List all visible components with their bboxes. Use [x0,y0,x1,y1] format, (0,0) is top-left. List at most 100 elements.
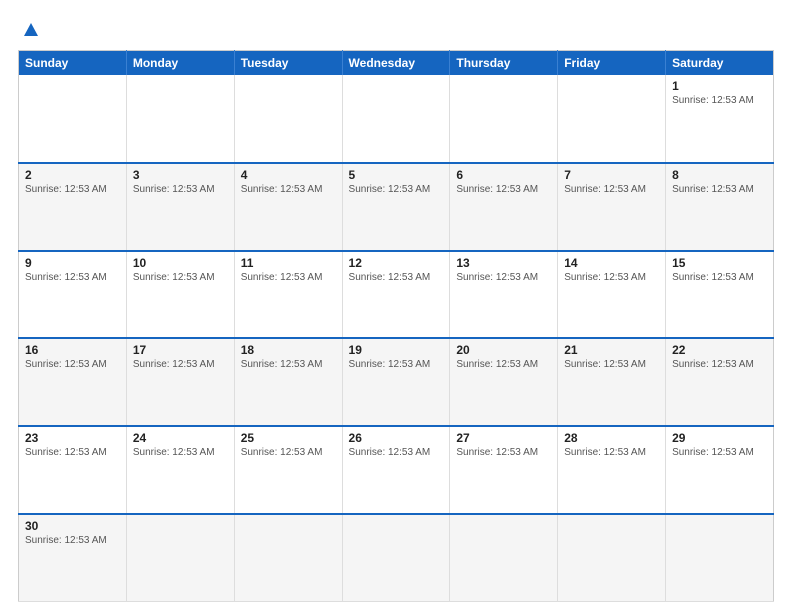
calendar-cell [558,75,666,163]
day-header-tuesday: Tuesday [234,51,342,76]
cell-sunrise-text: Sunrise: 12:53 AM [456,359,551,370]
calendar-cell [342,75,450,163]
day-header-sunday: Sunday [19,51,127,76]
calendar-cell: 12 Sunrise: 12:53 AM [342,251,450,339]
cell-sunrise-text: Sunrise: 12:53 AM [456,272,551,283]
calendar-cell: 11Sunrise: 12:53 AM [234,251,342,339]
cell-date-number: 13 [456,256,551,270]
cell-date-number: 11 [241,256,336,270]
week-row-2: 2 Sunrise: 12:53 AM 3 Sunrise: 12:53 AM 4 Sun… [19,163,774,251]
cell-date-number: 18 [241,343,336,357]
cell-date-number: 15 [672,256,767,270]
calendar-cell: 8 Sunrise: 12:53 AM [666,163,774,251]
cell-sunrise-text: Sunrise: 12:53 AM [25,184,120,195]
cell-sunrise-text: Sunrise: 12:53 AM [25,359,120,370]
header [18,18,774,40]
cell-sunrise-text: Sunrise: 12:53 AM [25,447,120,458]
calendar-cell: 3 Sunrise: 12:53 AM [126,163,234,251]
cell-sunrise-text: Sunrise: 12:53 AM [456,184,551,195]
logo-icon [20,18,42,40]
calendar-cell: 22Sunrise: 12:53 AM [666,338,774,426]
cell-sunrise-text: Sunrise: 12:53 AM [564,272,659,283]
cell-date-number: 3 [133,168,228,182]
cell-sunrise-text: Sunrise: 12:53 AM [349,359,444,370]
calendar-cell: 19Sunrise: 12:53 AM [342,338,450,426]
cell-date-number: 6 [456,168,551,182]
cell-sunrise-text: Sunrise: 12:53 AM [133,272,228,283]
calendar-cell: 30Sunrise: 12:53 AM [19,514,127,602]
cell-date-number: 30 [25,519,120,533]
cell-sunrise-text: Sunrise: 12:53 AM [241,184,336,195]
calendar-cell: 23Sunrise: 12:53 AM [19,426,127,514]
calendar-cell: 5 Sunrise: 12:53 AM [342,163,450,251]
cell-date-number: 21 [564,343,659,357]
cell-date-number: 29 [672,431,767,445]
cell-sunrise-text: Sunrise: 12:53 AM [133,184,228,195]
cell-sunrise-text: Sunrise: 12:53 AM [564,359,659,370]
cell-sunrise-text: Sunrise: 12:53 AM [133,447,228,458]
week-row-6: 30Sunrise: 12:53 AM [19,514,774,602]
cell-date-number: 8 [672,168,767,182]
day-header-thursday: Thursday [450,51,558,76]
calendar-cell [342,514,450,602]
calendar-cell [450,514,558,602]
week-row-3: 9Sunrise: 12:53 AM10Sunrise: 12:53 AM11S… [19,251,774,339]
calendar-header: SundayMondayTuesdayWednesdayThursdayFrid… [19,51,774,76]
day-header-saturday: Saturday [666,51,774,76]
cell-sunrise-text: Sunrise: 12:53 AM [564,447,659,458]
cell-sunrise-text: Sunrise: 12:53 AM [672,184,767,195]
calendar-cell: 1 Sunrise: 12:53 AM [666,75,774,163]
cell-sunrise-text: Sunrise: 12:53 AM [349,184,444,195]
calendar-cell [450,75,558,163]
cell-date-number: 12 [349,256,444,270]
cell-date-number: 17 [133,343,228,357]
cell-sunrise-text: Sunrise: 12:53 AM [564,184,659,195]
cell-date-number: 2 [25,168,120,182]
cell-date-number: 22 [672,343,767,357]
calendar-cell: 16 Sunrise: 12:53 AM [19,338,127,426]
cell-date-number: 9 [25,256,120,270]
cell-date-number: 4 [241,168,336,182]
cell-date-number: 10 [133,256,228,270]
cell-date-number: 1 [672,79,767,93]
day-header-friday: Friday [558,51,666,76]
calendar-cell: 4 Sunrise: 12:53 AM [234,163,342,251]
day-header-monday: Monday [126,51,234,76]
cell-sunrise-text: Sunrise: 12:53 AM [672,447,767,458]
week-row-1: 1 Sunrise: 12:53 AM [19,75,774,163]
cell-date-number: 26 [349,431,444,445]
cell-sunrise-text: Sunrise: 12:53 AM [456,447,551,458]
calendar-cell: 20 Sunrise: 12:53 AM [450,338,558,426]
calendar-cell [234,75,342,163]
cell-date-number: 5 [349,168,444,182]
calendar-cell [126,514,234,602]
cell-date-number: 20 [456,343,551,357]
cell-date-number: 14 [564,256,659,270]
calendar-cell: 29 Sunrise: 12:53 AM [666,426,774,514]
calendar-cell [234,514,342,602]
calendar-cell: 9 Sunrise: 12:53 AM [19,251,127,339]
cell-date-number: 16 [25,343,120,357]
calendar-cell: 17 Sunrise: 12:53 AM [126,338,234,426]
calendar-cell [126,75,234,163]
calendar-cell: 27Sunrise: 12:53 AM [450,426,558,514]
cell-sunrise-text: Sunrise: 12:53 AM [672,95,767,106]
calendar-cell [666,514,774,602]
calendar-cell: 21 Sunrise: 12:53 AM [558,338,666,426]
cell-sunrise-text: Sunrise: 12:53 AM [25,272,120,283]
cell-date-number: 28 [564,431,659,445]
calendar-cell: 26 Sunrise: 12:53 AM [342,426,450,514]
cell-sunrise-text: Sunrise: 12:53 AM [672,272,767,283]
cell-sunrise-text: Sunrise: 12:53 AM [241,447,336,458]
page: SundayMondayTuesdayWednesdayThursdayFrid… [0,0,792,612]
calendar-cell [19,75,127,163]
cell-sunrise-text: Sunrise: 12:53 AM [349,447,444,458]
calendar-body: 1 Sunrise: 12:53 AM 2 Sunrise: 12:53 AM 3 Sun… [19,75,774,602]
logo [18,18,42,40]
cell-sunrise-text: Sunrise: 12:53 AM [349,272,444,283]
cell-sunrise-text: Sunrise: 12:53 AM [241,359,336,370]
cell-date-number: 25 [241,431,336,445]
week-row-4: 16 Sunrise: 12:53 AM 17 Sunrise: 12:53 AM 18… [19,338,774,426]
cell-sunrise-text: Sunrise: 12:53 AM [133,359,228,370]
calendar-cell: 2 Sunrise: 12:53 AM [19,163,127,251]
